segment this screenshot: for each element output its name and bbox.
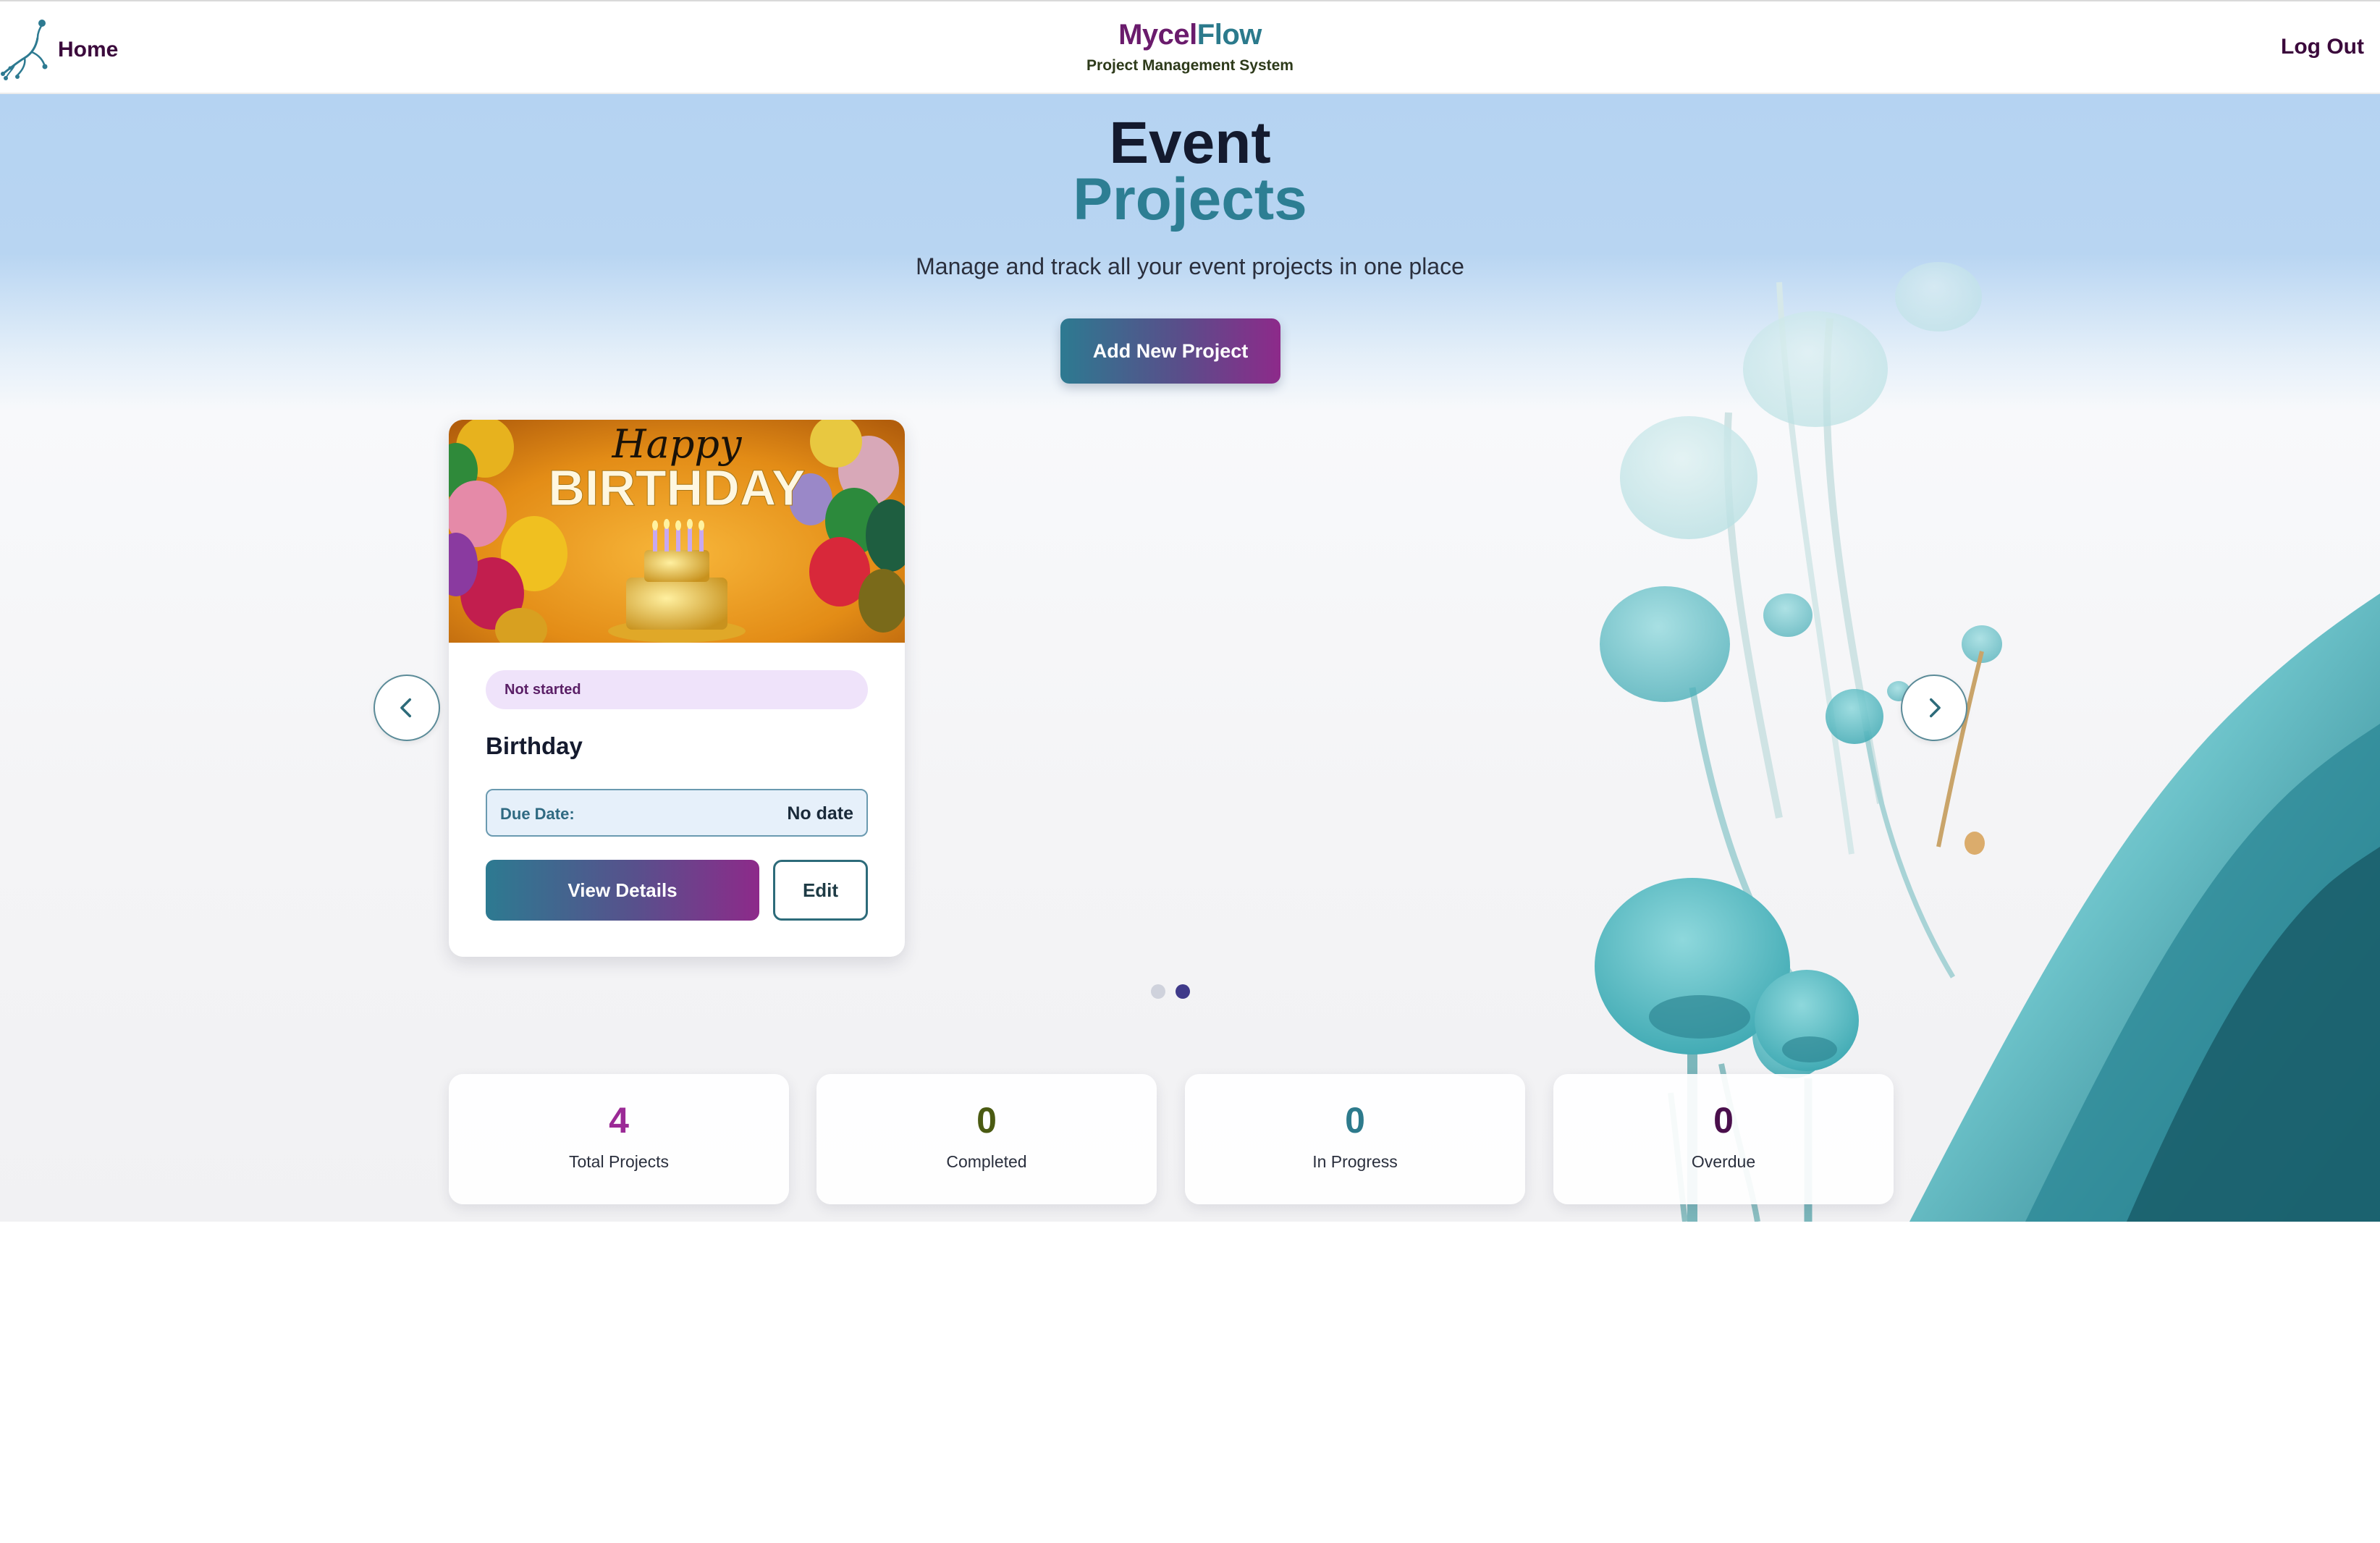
project-image: Happy BIRTHDAY [449,420,905,643]
home-label: Home [58,38,119,62]
carousel-prev-button[interactable] [374,675,440,741]
brand-name: MycelFlow [0,19,2380,51]
edit-button[interactable]: Edit [773,860,868,921]
brand-subtitle: Project Management System [1086,57,1294,74]
due-date-box: Due Date: No date [486,789,868,837]
image-text-birthday: BIRTHDAY [548,460,805,516]
status-badge: Not started [486,670,868,709]
brand: MycelFlow Project Management System [0,19,2380,75]
chevron-right-icon [1929,698,1941,718]
stat-label: Completed [946,1152,1027,1171]
main-content: Event Projects Manage and track all your… [0,94,2380,1222]
stat-card-overdue: 0 Overdue [1553,1074,1894,1204]
project-card: Happy BIRTHDAY Not started Birthday Due … [449,420,905,957]
mycelium-logo-icon [1,20,48,80]
page-title-line1: Event [1109,110,1271,176]
stat-value: 0 [976,1100,997,1141]
carousel-dot-2-active[interactable] [1176,984,1190,999]
stat-value: 0 [1713,1100,1734,1141]
stat-card-completed: 0 Completed [816,1074,1157,1204]
logout-button[interactable]: Log Out [2281,35,2364,59]
stat-value: 0 [1345,1100,1365,1141]
page-title-line2: Projects [1073,166,1307,232]
home-link[interactable]: Home [0,17,118,83]
stat-label: In Progress [1312,1152,1398,1171]
carousel-next-button[interactable] [1901,675,1967,741]
project-title: Birthday [486,732,583,759]
chevron-left-icon [400,698,412,718]
stat-card-in-progress: 0 In Progress [1185,1074,1525,1204]
hero-section: Event Projects Manage and track all your… [0,114,2380,280]
add-new-project-button[interactable]: Add New Project [1060,318,1280,384]
stat-card-total-projects: 4 Total Projects [449,1074,789,1204]
page-subtitle: Manage and track all your event projects… [916,253,1464,279]
view-details-button[interactable]: View Details [486,860,759,921]
stat-label: Overdue [1691,1152,1756,1171]
carousel-dot-1[interactable] [1151,984,1165,999]
stat-label: Total Projects [568,1152,670,1171]
brand-name-part1: Mycel [1118,19,1197,51]
top-navbar: Home MycelFlow Project Management System… [0,0,2380,94]
due-date-value: No date [787,803,853,824]
carousel-pagination [1151,984,1190,999]
stat-value: 4 [609,1100,629,1141]
due-date-label: Due Date: [500,805,575,823]
brand-name-part2: Flow [1197,19,1262,51]
